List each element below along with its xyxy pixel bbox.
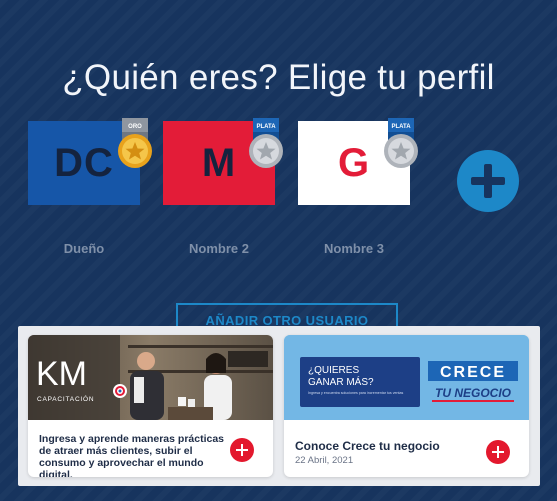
open-crece-card-button[interactable]	[486, 440, 510, 464]
plus-icon	[492, 446, 504, 458]
profile-name: Nombre 3	[324, 241, 384, 256]
crece-card-date: 22 Abril, 2021	[295, 455, 354, 466]
plus-icon	[471, 164, 505, 198]
silver-medal-icon: PLATA	[249, 118, 283, 168]
profile-name: Nombre 2	[189, 241, 249, 256]
crece-brand-top: CRECE	[440, 364, 506, 381]
profile-tile[interactable]: M PLATA	[163, 118, 283, 205]
crece-card-title: Conoce Crece tu negocio	[295, 439, 440, 453]
profile-nombre-2[interactable]: M PLATA Nombre 2	[163, 118, 283, 256]
profile-name: Dueño	[63, 241, 105, 256]
crece-small-text: Ingresa y encuentra soluciones para incr…	[308, 391, 403, 395]
profile-nombre-3[interactable]: G PLATA Nombre 3	[298, 118, 418, 256]
crece-banner-image: ¿QUIERES GANAR MÁS? Ingresa y encuentra …	[284, 335, 529, 420]
km-logo-text: KM	[36, 355, 87, 393]
crece-negocio-card[interactable]: ¿QUIERES GANAR MÁS? Ingresa y encuentra …	[284, 335, 529, 477]
profile-duenio[interactable]: DC ORO Dueño	[28, 118, 152, 256]
badge-label: PLATA	[391, 124, 411, 130]
km-banner-image: KM CAPACITACIÓN	[28, 335, 273, 420]
promo-panel: KM CAPACITACIÓN Ingresa y aprende manera…	[18, 326, 540, 486]
km-logo-subtitle: CAPACITACIÓN	[37, 394, 94, 403]
open-km-card-button[interactable]	[230, 438, 254, 462]
add-profile-button[interactable]	[457, 150, 519, 212]
page-title: ¿Quién eres? Elige tu perfil	[62, 58, 495, 97]
km-training-card[interactable]: KM CAPACITACIÓN Ingresa y aprende manera…	[28, 335, 273, 477]
crece-brand-bottom: TU NEGOCIO	[435, 386, 512, 400]
gold-medal-icon: ORO	[118, 118, 152, 168]
profile-initials: G	[337, 140, 371, 185]
profile-initials: DC	[54, 140, 114, 185]
km-card-description: Ingresa y aprende maneras prácticas de a…	[39, 433, 225, 477]
silver-medal-icon: PLATA	[384, 118, 418, 168]
profile-tile[interactable]: G PLATA	[298, 118, 418, 205]
profile-initials: M	[201, 140, 237, 185]
badge-label: ORO	[128, 124, 142, 130]
plus-icon	[236, 444, 248, 456]
profile-tile[interactable]: DC ORO	[28, 118, 152, 205]
badge-label: PLATA	[256, 124, 276, 130]
